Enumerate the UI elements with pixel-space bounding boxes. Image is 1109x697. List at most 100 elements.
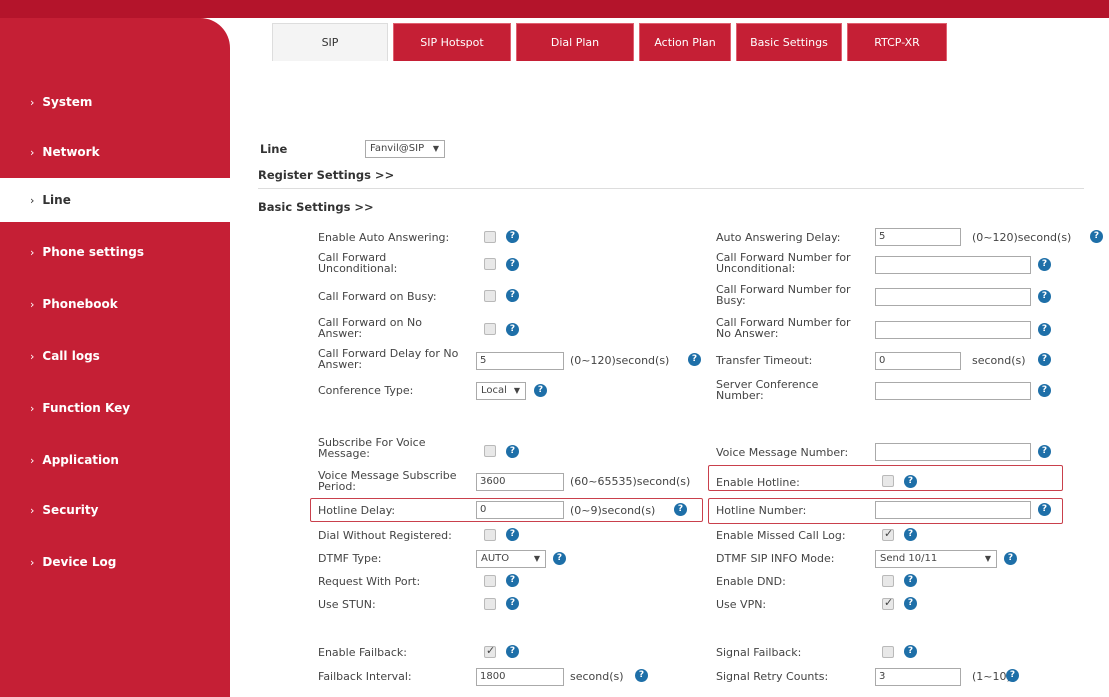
register-settings-link[interactable]: Register Settings >>: [258, 169, 394, 181]
cfu-label: Call Forward Unconditional:: [318, 251, 398, 275]
conf-type-select[interactable]: Local ▼: [476, 382, 526, 400]
basic-settings-link[interactable]: Basic Settings >>: [258, 201, 374, 213]
server-conf-label: Server Conference Number:: [716, 378, 819, 402]
enable-hotline-checkbox[interactable]: [882, 475, 894, 487]
chevron-right-icon: ›: [30, 401, 35, 415]
dtmf-sip-info-select[interactable]: Send 10/11 ▼: [875, 550, 997, 568]
sidebar-item-device-log[interactable]: › Device Log: [0, 540, 230, 584]
cfna-number-input[interactable]: [875, 321, 1031, 339]
sidebar-item-security[interactable]: › Security: [0, 488, 230, 532]
vm-period-unit: (60~65535)second(s): [570, 475, 691, 488]
help-icon[interactable]: ?: [1038, 384, 1051, 397]
failback-checkbox[interactable]: [484, 644, 496, 658]
subscribe-vm-checkbox[interactable]: [484, 445, 496, 457]
hotline-number-label: Hotline Number:: [716, 504, 807, 517]
tab-sip[interactable]: SIP: [272, 23, 388, 61]
help-icon[interactable]: ?: [506, 258, 519, 271]
help-icon[interactable]: ?: [688, 353, 701, 366]
signal-retry-input[interactable]: 3: [875, 668, 961, 686]
sidebar-item-function-key[interactable]: › Function Key: [0, 386, 230, 430]
help-icon[interactable]: ?: [904, 597, 917, 610]
help-icon[interactable]: ?: [1038, 353, 1051, 366]
help-icon[interactable]: ?: [506, 445, 519, 458]
dial-wo-reg-label: Dial Without Registered:: [318, 529, 452, 542]
sidebar-item-call-logs[interactable]: › Call logs: [0, 334, 230, 378]
help-icon[interactable]: ?: [904, 475, 917, 488]
help-icon[interactable]: ?: [1038, 503, 1051, 516]
req-port-checkbox[interactable]: [484, 575, 496, 587]
dtmf-sip-info-label: DTMF SIP INFO Mode:: [716, 552, 835, 565]
cfu-number-input[interactable]: [875, 256, 1031, 274]
hotline-delay-input[interactable]: 0: [476, 501, 564, 519]
help-icon[interactable]: ?: [506, 528, 519, 541]
enable-dnd-checkbox[interactable]: [882, 575, 894, 587]
tab-basic-settings[interactable]: Basic Settings: [736, 23, 842, 61]
use-vpn-checkbox[interactable]: [882, 596, 894, 610]
tab-bar: SIP SIP Hotspot Dial Plan Action Plan Ba…: [272, 18, 952, 62]
vm-period-input[interactable]: 3600: [476, 473, 564, 491]
help-icon[interactable]: ?: [506, 230, 519, 243]
hotline-number-input[interactable]: [875, 501, 1031, 519]
help-icon[interactable]: ?: [904, 574, 917, 587]
sidebar-item-system[interactable]: › System: [0, 80, 230, 124]
chevron-right-icon: ›: [30, 95, 35, 109]
sidebar-item-phonebook[interactable]: › Phonebook: [0, 282, 230, 326]
transfer-timeout-unit: second(s): [972, 354, 1026, 367]
failback-interval-input[interactable]: 1800: [476, 668, 564, 686]
line-select[interactable]: Fanvil@SIP ▼: [365, 140, 445, 158]
help-icon[interactable]: ?: [674, 503, 687, 516]
help-icon[interactable]: ?: [1006, 669, 1019, 682]
help-icon[interactable]: ?: [506, 323, 519, 336]
help-icon[interactable]: ?: [553, 552, 566, 565]
help-icon[interactable]: ?: [506, 597, 519, 610]
cfna-checkbox[interactable]: [484, 323, 496, 335]
transfer-timeout-input[interactable]: 0: [875, 352, 961, 370]
cf-delay-label: Call Forward Delay for No Answer:: [318, 347, 459, 371]
use-stun-checkbox[interactable]: [484, 598, 496, 610]
missed-call-checkbox[interactable]: [882, 527, 894, 541]
sidebar-item-line[interactable]: › Line: [0, 178, 230, 222]
help-icon[interactable]: ?: [1038, 323, 1051, 336]
use-stun-label: Use STUN:: [318, 598, 376, 611]
help-icon[interactable]: ?: [635, 669, 648, 682]
dropdown-arrow-icon: ▼: [513, 386, 520, 395]
vm-number-input[interactable]: [875, 443, 1031, 461]
help-icon[interactable]: ?: [1038, 258, 1051, 271]
cf-delay-input[interactable]: 5: [476, 352, 564, 370]
dtmf-type-select[interactable]: AUTO ▼: [476, 550, 546, 568]
cfu-checkbox[interactable]: [484, 258, 496, 270]
signal-failback-checkbox[interactable]: [882, 646, 894, 658]
help-icon[interactable]: ?: [1038, 445, 1051, 458]
help-icon[interactable]: ?: [534, 384, 547, 397]
cfb-number-input[interactable]: [875, 288, 1031, 306]
req-port-label: Request With Port:: [318, 575, 421, 588]
sidebar-item-phone-settings[interactable]: › Phone settings: [0, 230, 230, 274]
dial-wo-reg-checkbox[interactable]: [484, 529, 496, 541]
tab-action-plan[interactable]: Action Plan: [639, 23, 731, 61]
hotline-delay-unit: (0~9)second(s): [570, 504, 656, 517]
help-icon[interactable]: ?: [506, 289, 519, 302]
signal-retry-unit: (1~10): [972, 670, 1011, 683]
help-icon[interactable]: ?: [1038, 290, 1051, 303]
help-icon[interactable]: ?: [506, 645, 519, 658]
aa-delay-input[interactable]: 5: [875, 228, 961, 246]
sidebar-item-application[interactable]: › Application: [0, 438, 230, 482]
server-conf-input[interactable]: [875, 382, 1031, 400]
tab-dial-plan[interactable]: Dial Plan: [516, 23, 634, 61]
hotline-delay-label: Hotline Delay:: [318, 504, 396, 517]
transfer-timeout-label: Transfer Timeout:: [716, 354, 813, 367]
tab-sip-hotspot[interactable]: SIP Hotspot: [393, 23, 511, 61]
tab-rtcp-xr[interactable]: RTCP-XR: [847, 23, 947, 61]
cfb-checkbox[interactable]: [484, 290, 496, 302]
help-icon[interactable]: ?: [904, 645, 917, 658]
help-icon[interactable]: ?: [1090, 230, 1103, 243]
cfna-number-label: Call Forward Number for No Answer:: [716, 316, 851, 340]
auto-answer-checkbox[interactable]: [484, 231, 496, 243]
chevron-right-icon: ›: [30, 349, 35, 363]
sidebar-item-network[interactable]: › Network: [0, 130, 230, 174]
help-icon[interactable]: ?: [1004, 552, 1017, 565]
help-icon[interactable]: ?: [506, 574, 519, 587]
help-icon[interactable]: ?: [904, 528, 917, 541]
divider: [258, 188, 1084, 189]
chevron-right-icon: ›: [30, 145, 35, 159]
